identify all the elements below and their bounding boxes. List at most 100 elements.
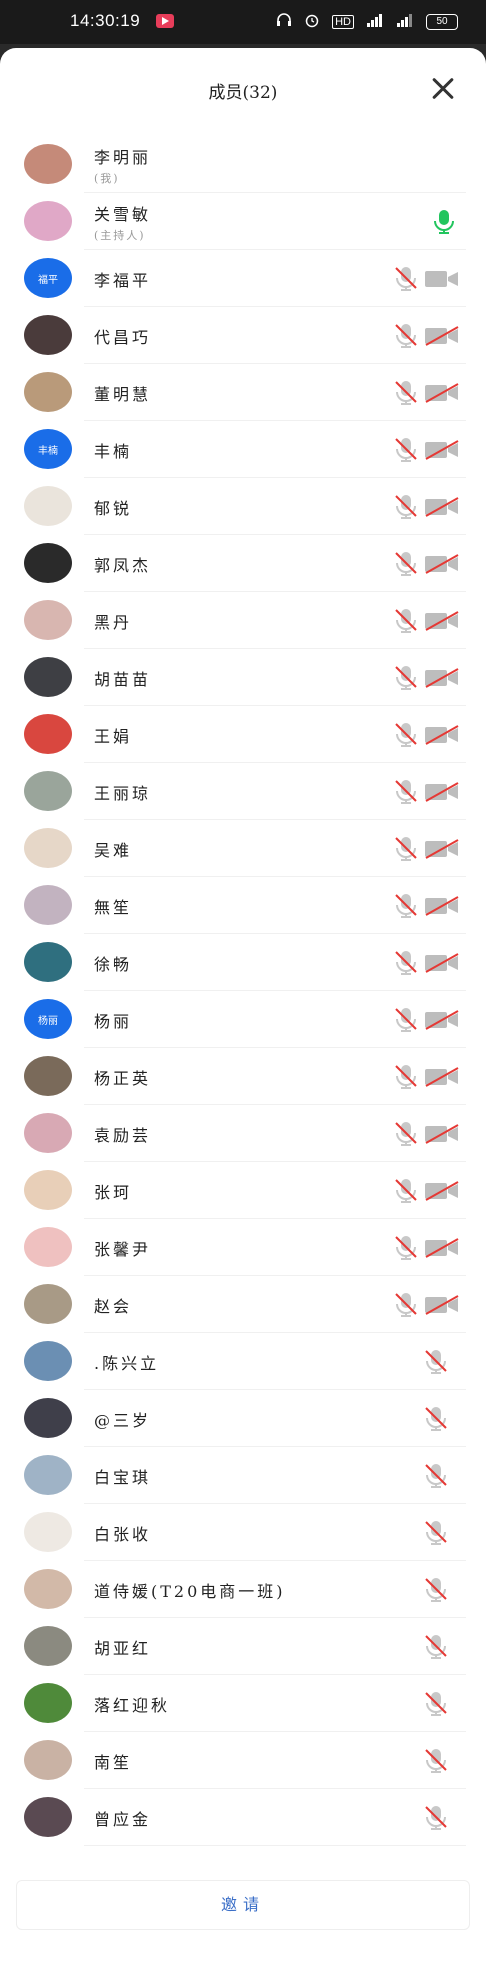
member-name-wrap: 杨正英 xyxy=(94,1048,151,1105)
member-row[interactable]: 杨正英 xyxy=(0,1048,486,1105)
camera-off-icon[interactable] xyxy=(424,1181,460,1201)
mic-muted-icon[interactable] xyxy=(424,1634,448,1660)
mic-muted-icon[interactable] xyxy=(394,1178,418,1204)
member-name: 郁锐 xyxy=(94,498,133,518)
mic-muted-icon[interactable] xyxy=(394,893,418,919)
mic-muted-icon[interactable] xyxy=(424,1691,448,1717)
member-role: (主持人) xyxy=(94,228,146,242)
close-icon[interactable] xyxy=(430,76,456,102)
invite-button[interactable]: 邀请 xyxy=(16,1880,470,1930)
member-row[interactable]: 胡亚红 xyxy=(0,1618,486,1675)
mic-muted-icon[interactable] xyxy=(424,1463,448,1489)
mic-muted-icon[interactable] xyxy=(394,1007,418,1033)
mic-muted-icon[interactable] xyxy=(424,1577,448,1603)
member-row[interactable]: 王丽琼 xyxy=(0,763,486,820)
member-name: 胡亚红 xyxy=(94,1638,152,1658)
mic-muted-icon[interactable] xyxy=(394,836,418,862)
camera-off-icon[interactable] xyxy=(424,1067,460,1087)
avatar xyxy=(24,885,72,925)
member-row[interactable]: 徐畅 xyxy=(0,934,486,991)
mic-muted-icon[interactable] xyxy=(394,494,418,520)
member-row[interactable]: 王娟 xyxy=(0,706,486,763)
mic-muted-icon[interactable] xyxy=(394,1064,418,1090)
avatar xyxy=(24,1113,72,1153)
mic-muted-icon[interactable] xyxy=(394,323,418,349)
mic-on-icon[interactable] xyxy=(432,209,456,235)
camera-off-icon[interactable] xyxy=(424,440,460,460)
member-row[interactable]: 吴难 xyxy=(0,820,486,877)
member-row[interactable]: 张珂 xyxy=(0,1162,486,1219)
camera-off-icon[interactable] xyxy=(424,1010,460,1030)
camera-off-icon[interactable] xyxy=(424,326,460,346)
member-name: 杨正英 xyxy=(94,1068,152,1088)
member-row[interactable]: 福平 李福平 xyxy=(0,250,486,307)
camera-off-icon[interactable] xyxy=(424,896,460,916)
member-row[interactable]: 关雪敏 (主持人) xyxy=(0,193,486,250)
mic-muted-icon[interactable] xyxy=(424,1349,448,1375)
member-row[interactable]: 张馨尹 xyxy=(0,1219,486,1276)
mic-muted-icon[interactable] xyxy=(424,1805,448,1831)
avatar xyxy=(24,942,72,982)
member-row[interactable]: .陈兴立 xyxy=(0,1333,486,1390)
member-name: 杨丽 xyxy=(94,1011,133,1031)
avatar xyxy=(24,372,72,412)
mic-muted-icon[interactable] xyxy=(394,380,418,406)
mic-muted-icon[interactable] xyxy=(394,722,418,748)
member-row[interactable]: 郁锐 xyxy=(0,478,486,535)
camera-off-icon[interactable] xyxy=(424,668,460,688)
camera-off-icon[interactable] xyxy=(424,1124,460,1144)
mic-muted-icon[interactable] xyxy=(394,950,418,976)
member-row[interactable]: 白张收 xyxy=(0,1504,486,1561)
member-row[interactable]: 落红迎秋 xyxy=(0,1675,486,1732)
member-row[interactable]: 董明慧 xyxy=(0,364,486,421)
member-row[interactable]: 黑丹 xyxy=(0,592,486,649)
member-row[interactable]: 無笙 xyxy=(0,877,486,934)
camera-off-icon[interactable] xyxy=(424,725,460,745)
mic-muted-icon[interactable] xyxy=(394,1292,418,1318)
member-row[interactable]: 胡苗苗 xyxy=(0,649,486,706)
camera-off-icon[interactable] xyxy=(424,1238,460,1258)
member-row[interactable]: 白宝琪 xyxy=(0,1447,486,1504)
member-name-wrap: 道侍媛(T20电商一班) xyxy=(94,1561,286,1618)
member-row[interactable]: @三岁 xyxy=(0,1390,486,1447)
member-row[interactable]: 袁励芸 xyxy=(0,1105,486,1162)
mic-muted-icon[interactable] xyxy=(424,1748,448,1774)
camera-off-icon[interactable] xyxy=(424,782,460,802)
member-row[interactable]: 杨丽 杨丽 xyxy=(0,991,486,1048)
mic-muted-icon[interactable] xyxy=(394,608,418,634)
member-name-wrap: 黑丹 xyxy=(94,592,132,649)
mic-muted-icon[interactable] xyxy=(394,665,418,691)
camera-on-icon[interactable] xyxy=(424,269,460,289)
member-row[interactable]: 赵会 xyxy=(0,1276,486,1333)
sheet-header: 成员(32) xyxy=(0,48,486,128)
member-row[interactable]: 丰楠 丰楠 xyxy=(0,421,486,478)
member-name: 赵会 xyxy=(94,1296,133,1316)
camera-off-icon[interactable] xyxy=(424,497,460,517)
member-list: 李明丽 (我) 关雪敏 (主持人) 福平 李福平 代昌巧 董明慧 丰楠 丰楠 郁锐 郭凤杰 黑丹 胡苗苗王… xyxy=(0,136,486,1846)
mic-muted-icon[interactable] xyxy=(394,266,418,292)
mic-muted-icon[interactable] xyxy=(424,1520,448,1546)
mic-muted-icon[interactable] xyxy=(394,1235,418,1261)
camera-off-icon[interactable] xyxy=(424,953,460,973)
avatar xyxy=(24,714,72,754)
mic-muted-icon[interactable] xyxy=(424,1406,448,1432)
member-row[interactable]: 李明丽 (我) xyxy=(0,136,486,193)
member-row[interactable]: 道侍媛(T20电商一班) xyxy=(0,1561,486,1618)
camera-off-icon[interactable] xyxy=(424,383,460,403)
member-row[interactable]: 郭凤杰 xyxy=(0,535,486,592)
member-row[interactable]: 代昌巧 xyxy=(0,307,486,364)
mic-muted-icon[interactable] xyxy=(394,1121,418,1147)
member-name-wrap: 郁锐 xyxy=(94,478,132,535)
member-name: 吴难 xyxy=(94,840,133,860)
member-name: 白张收 xyxy=(94,1524,152,1544)
camera-off-icon[interactable] xyxy=(424,1295,460,1315)
member-row[interactable]: 曾应金 xyxy=(0,1789,486,1846)
camera-off-icon[interactable] xyxy=(424,554,460,574)
member-name: 代昌巧 xyxy=(94,327,152,347)
mic-muted-icon[interactable] xyxy=(394,779,418,805)
mic-muted-icon[interactable] xyxy=(394,551,418,577)
member-row[interactable]: 南笙 xyxy=(0,1732,486,1789)
mic-muted-icon[interactable] xyxy=(394,437,418,463)
camera-off-icon[interactable] xyxy=(424,839,460,859)
camera-off-icon[interactable] xyxy=(424,611,460,631)
